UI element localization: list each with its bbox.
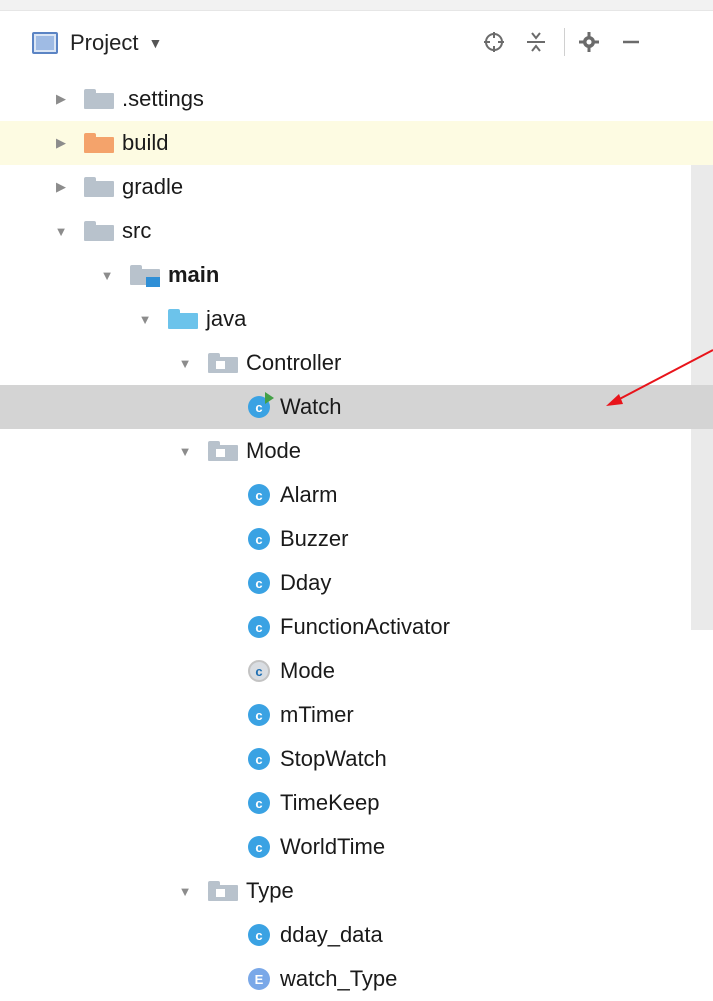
- class-icon: c: [248, 924, 270, 946]
- project-window-icon: [32, 32, 58, 54]
- gear-icon[interactable]: [573, 26, 605, 58]
- folder-icon: [84, 89, 114, 109]
- tree-item-label: src: [122, 218, 152, 243]
- class-icon: c: [248, 616, 270, 638]
- expand-arrow-down-icon[interactable]: ▼: [96, 268, 118, 283]
- tree-row[interactable]: ▼ Controller: [0, 341, 713, 385]
- tree-item-label: watch_Type: [280, 966, 398, 991]
- tree-row[interactable]: c Watch: [0, 385, 713, 429]
- class-icon: c: [248, 484, 270, 506]
- tree-item-label: Buzzer: [280, 526, 349, 551]
- tree-item-label: WorldTime: [280, 834, 386, 859]
- toolbar-top-border: [0, 0, 713, 11]
- tree-row[interactable]: c Mode: [0, 649, 713, 693]
- expand-arrow-down-icon[interactable]: ▼: [134, 312, 156, 327]
- caret-down-icon[interactable]: ▼: [148, 35, 162, 51]
- tree-item-label: Dday: [280, 570, 332, 595]
- tree-item-label: FunctionActivator: [280, 614, 450, 639]
- tree-row[interactable]: ▶ build: [0, 121, 713, 165]
- tree-item-label: Alarm: [280, 482, 338, 507]
- tree-item-label: Type: [246, 878, 294, 903]
- tree-item-label: build: [122, 130, 169, 155]
- tree-item-label: .settings: [122, 86, 204, 111]
- tree-item-label: TimeKeep: [280, 790, 380, 815]
- class-icon: c: [248, 528, 270, 550]
- module-folder-icon: [130, 265, 160, 287]
- tree-item-label: dday_data: [280, 922, 383, 947]
- tree-row[interactable]: c FunctionActivator: [0, 605, 713, 649]
- excluded-folder-icon: [84, 133, 114, 153]
- tree-item-label: Mode: [246, 438, 302, 463]
- tree-row[interactable]: c Buzzer: [0, 517, 713, 561]
- toolbar-separator: [564, 28, 565, 56]
- tree-row[interactable]: ▼ main: [0, 253, 713, 297]
- source-folder-icon: [168, 309, 198, 329]
- class-icon: c: [248, 704, 270, 726]
- tree-row[interactable]: ▼ Type: [0, 869, 713, 913]
- locate-icon[interactable]: [478, 26, 510, 58]
- expand-arrow-down-icon[interactable]: ▼: [50, 224, 72, 239]
- tree-row[interactable]: ▶ .settings: [0, 77, 713, 121]
- enum-icon: E: [248, 968, 270, 990]
- tree-item-label: Controller: [246, 350, 342, 375]
- tree-row[interactable]: c Dday: [0, 561, 713, 605]
- class-icon: c: [248, 836, 270, 858]
- project-toolbar: Project ▼: [0, 0, 713, 88]
- tree-item-label: main: [168, 262, 220, 287]
- collapse-all-icon[interactable]: [520, 26, 552, 58]
- expand-arrow-down-icon[interactable]: ▼: [174, 884, 196, 899]
- project-view-label: Project: [70, 30, 139, 55]
- tree-row[interactable]: ▶ gradle: [0, 165, 713, 209]
- tree-row[interactable]: c WorldTime: [0, 825, 713, 869]
- class-icon: c: [248, 748, 270, 770]
- minimize-icon[interactable]: [615, 26, 647, 58]
- package-icon: [208, 441, 238, 461]
- tree-item-label: gradle: [122, 174, 184, 199]
- tree-item-label: java: [206, 306, 247, 331]
- runnable-class-icon: c: [248, 392, 274, 418]
- tree-row[interactable]: c StopWatch: [0, 737, 713, 781]
- tree-row[interactable]: c TimeKeep: [0, 781, 713, 825]
- tree-item-label: StopWatch: [280, 746, 387, 771]
- folder-icon: [84, 221, 114, 241]
- tree-row[interactable]: ▼ java: [0, 297, 713, 341]
- abstract-class-icon: c: [248, 660, 270, 682]
- toolbar-actions: [478, 26, 657, 58]
- tree-row[interactable]: c Alarm: [0, 473, 713, 517]
- expand-arrow-right-icon[interactable]: ▶: [50, 91, 72, 107]
- tree-item-label: Watch: [280, 394, 342, 419]
- tree-item-label: mTimer: [280, 702, 354, 727]
- expand-arrow-right-icon[interactable]: ▶: [50, 135, 72, 151]
- expand-arrow-down-icon[interactable]: ▼: [174, 356, 196, 371]
- tree-row[interactable]: c dday_data: [0, 913, 713, 957]
- class-icon: c: [248, 572, 270, 594]
- tree-item-label: Mode: [280, 658, 336, 683]
- expand-arrow-down-icon[interactable]: ▼: [174, 444, 196, 459]
- project-view-selector[interactable]: Project ▼: [32, 30, 162, 56]
- expand-arrow-right-icon[interactable]: ▶: [50, 179, 72, 195]
- package-icon: [208, 353, 238, 373]
- tree-row[interactable]: c mTimer: [0, 693, 713, 737]
- package-icon: [208, 881, 238, 901]
- tree-row[interactable]: ▼ src: [0, 209, 713, 253]
- folder-icon: [84, 177, 114, 197]
- tree-row[interactable]: ▼ Mode: [0, 429, 713, 473]
- class-icon: c: [248, 792, 270, 814]
- tree-row[interactable]: Ewatch_Type: [0, 957, 713, 1001]
